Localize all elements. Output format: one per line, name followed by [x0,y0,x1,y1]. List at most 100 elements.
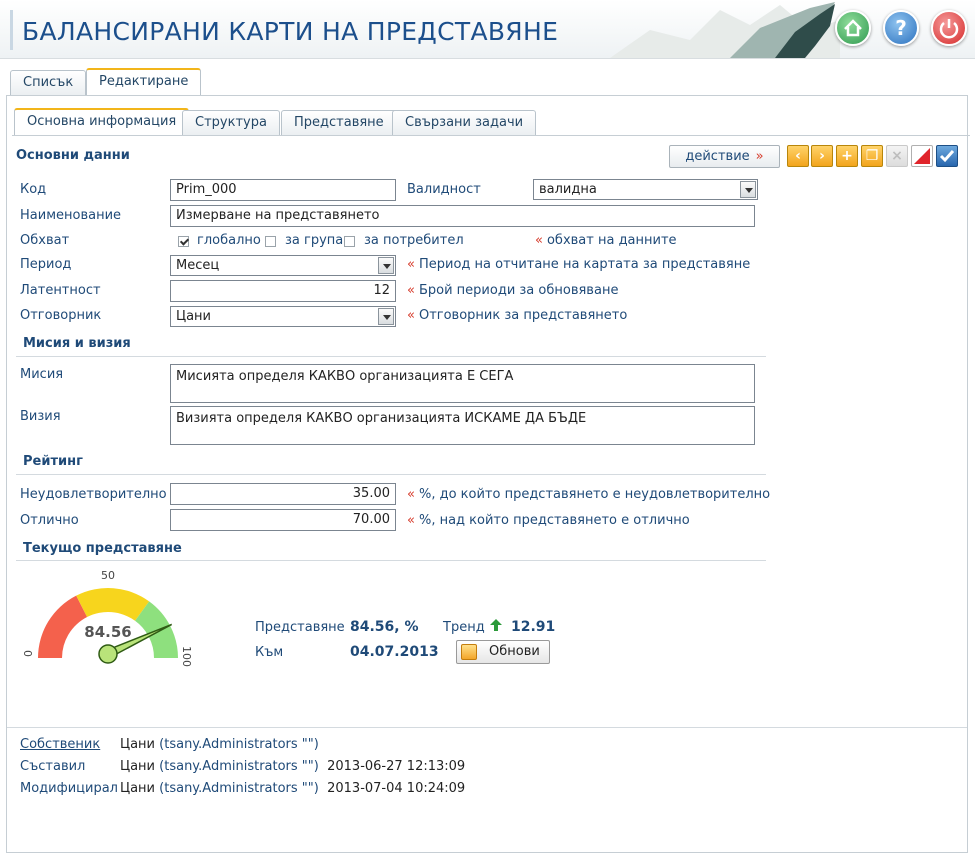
page-title: БАЛАНСИРАНИ КАРТИ НА ПРЕДСТАВЯНЕ [22,17,559,46]
owner-name: Цани [120,737,156,752]
action-marker: » [755,149,764,164]
excellent-hint-text: %, над който представянето е отлично [418,513,690,528]
delete-button[interactable]: × [886,145,908,167]
owner-label: Отговорник [20,308,102,323]
tab-related-tasks-label: Свързани задачи [405,115,524,130]
latency-hint-text: Брой периоди за обновяване [418,283,619,298]
gauge-max-label: 100 [180,646,193,667]
section-divider [16,560,766,561]
header-stripe [10,10,13,50]
gauge-mid-label: 50 [101,569,115,582]
poor-label: Неудовлетворително [20,487,167,502]
section-mission-title: Мисия и визия [23,336,131,351]
poor-threshold-field[interactable]: 35.00 [170,483,396,505]
mission-textarea[interactable]: Мисията определя КАКВО организацията Е С… [170,364,755,403]
validity-select[interactable]: валидна [533,179,758,200]
vision-textarea[interactable]: Визията определя КАКВО организацията ИСК… [170,406,755,445]
scope-label: Обхват [20,233,70,248]
previous-button[interactable]: ‹ [787,145,809,167]
header-bird-decoration [610,2,840,58]
add-button[interactable]: + [836,145,858,167]
chevron-down-icon [740,181,756,198]
gauge-zone-0 [38,595,88,658]
modified-at: 2013-07-04 10:24:09 [327,781,466,796]
question-icon: ? [895,16,907,40]
section-divider [16,356,766,357]
poor-hint: «%, до който представянето е неудовлетво… [407,487,770,502]
created-at: 2013-06-27 12:13:09 [327,759,466,774]
modified-user: (tsany.Administrators "") [159,781,319,796]
action-button-label: действие [685,149,750,164]
modified-row: Модифицирал Цани (tsany.Administrators ""… [20,781,465,796]
app-header: БАЛАНСИРАНИ КАРТИ НА ПРЕДСТАВЯНЕ ? [0,0,975,59]
created-row: Съставил Цани (tsany.Administrators "") 2… [20,759,465,774]
tab-related-tasks[interactable]: Свързани задачи [392,110,537,136]
excellent-threshold-field[interactable]: 70.00 [170,509,396,531]
tab-basic-info-label: Основна информация [27,114,177,129]
performance-gauge: 50 0 100 84.56 [21,569,193,667]
power-icon [939,19,959,39]
gauge-min-label: 0 [21,650,34,657]
modified-label: Модифицирал [20,781,118,796]
performance-label: Представяне [255,620,345,635]
tab-structure[interactable]: Структура [182,110,280,136]
refresh-button[interactable]: Обнови [456,640,550,664]
owner-user: (tsany.Administrators "") [159,737,319,752]
save-button[interactable] [936,145,958,167]
trend-up-arrow-icon [490,619,502,631]
latency-label: Латентност [20,283,101,298]
owner-value: Цани [176,309,212,324]
name-label: Наименование [20,208,122,223]
code-label: Код [20,182,47,197]
action-button[interactable]: действие » [669,145,780,168]
hint-marker: « [535,233,543,248]
copy-icon: ❐ [865,148,879,164]
period-label: Период [20,257,72,272]
scope-group-checkbox[interactable] [265,236,276,247]
scope-user-checkbox[interactable] [344,236,355,247]
name-field[interactable]: Измерване на представянето [170,205,755,227]
hint-marker: « [407,513,415,528]
performance-value: 84.56, % [350,619,419,635]
owner-hint-text: Отговорник за представянето [418,308,628,323]
hint-marker: « [407,283,415,298]
subtab-divider [12,135,970,136]
svg-text:?: ? [895,16,907,40]
next-button[interactable]: › [811,145,833,167]
owner-select[interactable]: Цани [170,306,396,327]
vision-label: Визия [20,409,61,424]
tab-list-label: Списък [23,75,74,90]
scope-hint-text: обхват на данните [546,233,677,248]
latency-field[interactable]: 12 [170,280,396,302]
validity-label: Валидност [407,182,481,197]
period-select[interactable]: Месец [170,255,396,276]
copy-button[interactable]: ❐ [861,145,883,167]
home-button[interactable] [835,10,871,46]
hint-marker: « [407,308,415,323]
chevron-down-icon [378,308,394,325]
logout-button[interactable] [931,10,967,46]
close-icon: × [891,148,903,164]
tab-edit[interactable]: Редактиране [86,68,202,96]
scope-global-checkbox[interactable] [178,236,189,247]
code-field[interactable]: Prim_000 [170,179,396,201]
section-divider [16,474,766,475]
tab-basic-info[interactable]: Основна информация [14,108,190,136]
tab-performance-label: Представяне [294,115,384,130]
mission-label: Мисия [20,367,64,382]
scope-global-label: глобално [197,233,261,248]
help-button[interactable]: ? [883,10,919,46]
cancel-button[interactable] [911,145,933,167]
tab-performance[interactable]: Представяне [281,110,397,136]
owner-link[interactable]: Собственик [20,737,120,752]
excellent-label: Отлично [20,513,79,528]
created-user: (tsany.Administrators "") [159,759,319,774]
gauge-zone-1 [76,588,150,621]
tab-list[interactable]: Списък [10,70,87,96]
plus-icon: + [841,148,853,164]
scope-group-label: за група [285,233,344,248]
period-hint-text: Период на отчитане на картата за предста… [418,257,751,272]
section-rating-title: Рейтинг [23,454,83,469]
hint-marker: « [407,257,415,272]
excellent-hint: «%, над който представянето е отлично [407,513,690,528]
